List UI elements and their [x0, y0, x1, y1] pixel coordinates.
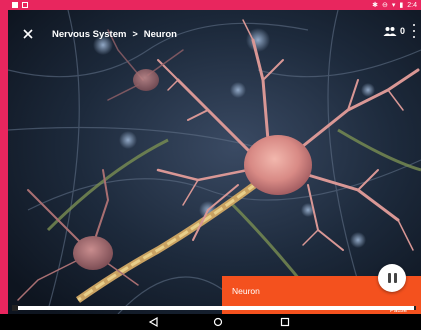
progress-track[interactable] — [12, 305, 416, 311]
breadcrumb-item-nervous-system[interactable]: Nervous System — [52, 29, 126, 40]
wifi-icon: ▾ — [391, 2, 396, 9]
close-icon — [23, 29, 33, 39]
minus-circle-icon: ⊖ — [382, 2, 388, 9]
battery-icon: ▮ — [399, 2, 404, 9]
clock: 2:4 — [407, 1, 417, 9]
notification-icon — [12, 2, 18, 8]
breadcrumb: Nervous System > Neuron — [52, 29, 177, 40]
card-title: Neuron — [232, 286, 260, 296]
recents-icon[interactable] — [278, 316, 292, 328]
app-bar: Nervous System > Neuron 0 — [8, 18, 421, 50]
participants-button[interactable]: 0 — [383, 26, 405, 36]
participants-count: 0 — [399, 26, 405, 36]
more-options-icon[interactable] — [411, 24, 417, 38]
breadcrumb-item-neuron: Neuron — [143, 28, 177, 40]
home-icon[interactable] — [211, 316, 225, 328]
pause-button[interactable] — [378, 264, 406, 292]
neuron-illustration — [8, 10, 421, 314]
people-icon — [383, 27, 397, 36]
system-nav-bar — [0, 314, 421, 330]
notification-icon — [22, 2, 28, 8]
progress-handle[interactable] — [12, 305, 18, 311]
close-button[interactable] — [18, 24, 38, 44]
neuron-3d-view[interactable]: Nervous System > Neuron 0 Neuron Pause — [8, 10, 421, 314]
bluetooth-icon: ✱ — [372, 2, 379, 9]
back-icon[interactable] — [147, 316, 161, 328]
pause-icon — [387, 273, 391, 283]
breadcrumb-separator: > — [132, 29, 138, 39]
